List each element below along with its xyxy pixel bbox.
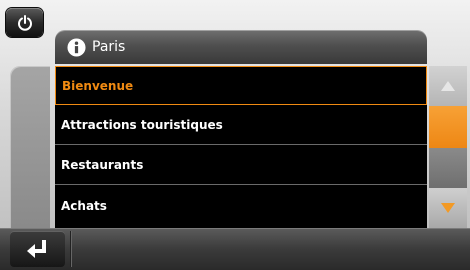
toolbar-divider — [70, 231, 71, 267]
triangle-up-icon — [441, 81, 455, 91]
scroll-up-button[interactable] — [429, 66, 467, 106]
scroll-thumb[interactable] — [429, 106, 467, 148]
menu-item-restaurants[interactable]: Restaurants — [55, 146, 427, 185]
menu-item-label: Achats — [61, 198, 107, 213]
power-button[interactable] — [6, 8, 43, 37]
menu-item-label: Restaurants — [61, 158, 144, 172]
scrollbar[interactable] — [429, 66, 467, 228]
left-side-panel — [10, 66, 50, 228]
power-icon — [17, 14, 32, 31]
return-arrow-icon — [26, 240, 46, 258]
menu-item-label: Attractions touristiques — [61, 118, 223, 132]
info-icon — [67, 37, 86, 57]
category-header: Paris — [55, 30, 427, 64]
back-button[interactable] — [10, 231, 65, 267]
bottom-toolbar — [0, 228, 470, 270]
menu-item-achats[interactable]: Achats — [55, 186, 427, 225]
menu-list: Bienvenue Attractions touristiques Resta… — [55, 66, 427, 228]
menu-item-bienvenue[interactable]: Bienvenue — [55, 66, 427, 105]
scroll-track[interactable] — [429, 148, 467, 188]
triangle-down-icon — [441, 203, 455, 213]
menu-item-label: Bienvenue — [62, 78, 134, 93]
menu-item-attractions[interactable]: Attractions touristiques — [55, 106, 427, 145]
header-title: Paris — [92, 39, 126, 55]
scroll-down-button[interactable] — [429, 188, 467, 228]
